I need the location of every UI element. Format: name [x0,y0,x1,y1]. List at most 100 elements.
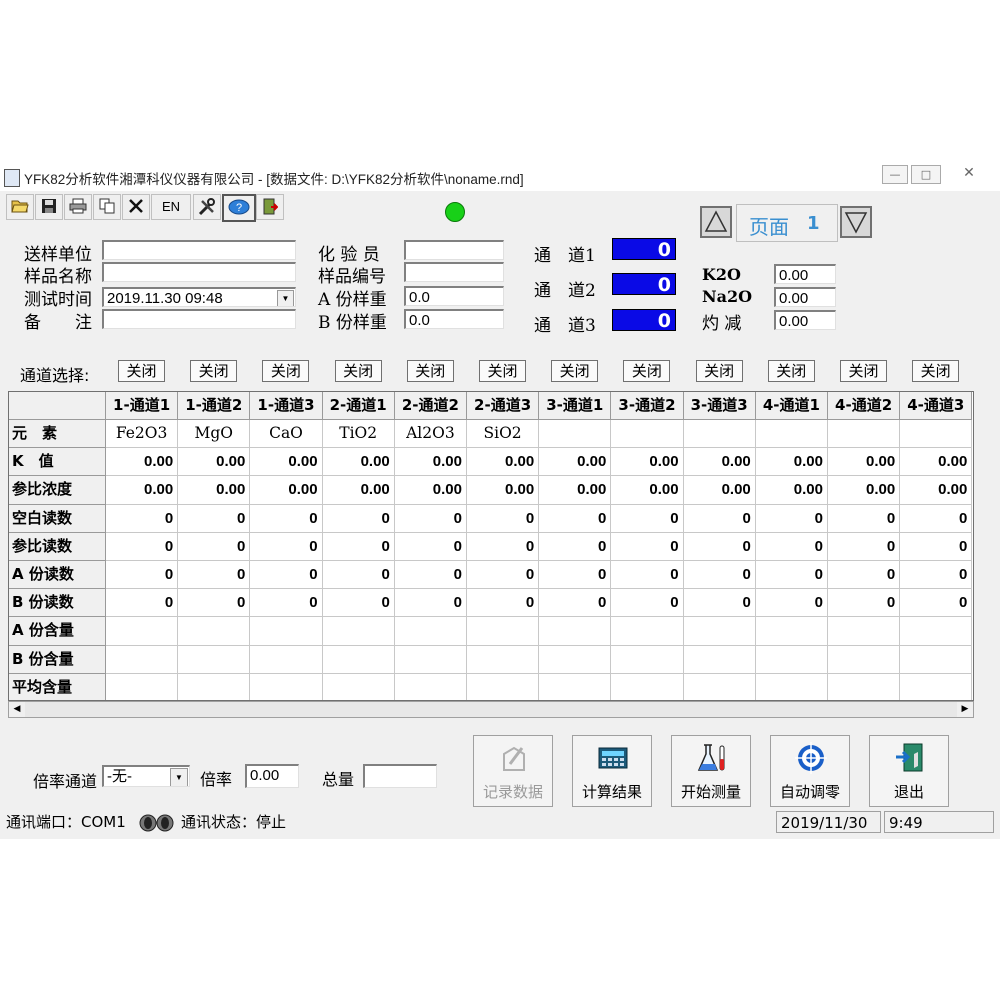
table-cell[interactable] [539,617,612,646]
table-cell[interactable]: 0.00 [106,448,179,477]
table-cell[interactable] [684,673,756,700]
table-cell[interactable] [178,645,251,674]
table-cell[interactable] [106,673,179,700]
element-cell[interactable] [539,420,612,449]
table-cell[interactable]: 0 [828,504,901,533]
column-header[interactable]: 4-通道2 [828,392,901,420]
table-cell[interactable] [394,645,467,674]
table-cell[interactable]: 0.00 [683,476,756,505]
loss-input[interactable]: 0.00 [774,310,836,330]
channel-toggle-button[interactable]: 关闭 [840,360,887,382]
channel-toggle-button[interactable]: 关闭 [334,360,382,382]
table-cell[interactable] [756,673,828,700]
sample-name-input[interactable] [102,262,296,282]
table-cell[interactable]: 0 [467,589,540,618]
table-cell[interactable]: 0 [539,589,612,618]
table-cell[interactable] [394,617,467,646]
table-cell[interactable]: 0 [900,504,973,533]
page-down-button[interactable] [840,206,872,238]
table-cell[interactable] [828,645,901,674]
table-cell[interactable] [322,645,395,674]
remark-input[interactable] [102,309,296,329]
table-cell[interactable]: 0 [322,532,395,561]
record-data-button[interactable]: 记录数据 [473,735,553,807]
table-cell[interactable]: 0 [611,561,684,590]
table-cell[interactable]: 0 [828,589,901,618]
table-cell[interactable]: 0 [106,589,179,618]
table-cell[interactable] [900,617,973,646]
table-cell[interactable]: 0.00 [106,476,179,505]
scroll-right-icon[interactable]: ▶ [957,702,973,717]
table-cell[interactable]: 0 [106,532,179,561]
table-cell[interactable]: 0 [683,504,756,533]
table-cell[interactable] [611,673,684,700]
delete-button[interactable] [122,194,150,220]
sample-no-input[interactable] [404,262,504,282]
column-header[interactable]: 4-通道3 [900,392,973,420]
start-measure-button[interactable]: 开始测量 [671,735,751,807]
a-weight-input[interactable]: 0.0 [404,286,504,306]
table-cell[interactable] [539,673,612,700]
rate-channel-select[interactable]: -无- ▼ [102,765,190,787]
channel-toggle-button[interactable]: 关闭 [190,360,238,382]
column-header[interactable]: 1-通道2 [178,392,251,420]
element-cell[interactable] [828,420,901,449]
table-cell[interactable] [900,645,973,674]
table-cell[interactable] [828,673,901,700]
compute-result-button[interactable]: 计算结果 [572,735,652,807]
table-cell[interactable]: 0 [467,561,540,590]
table-cell[interactable]: 0 [900,589,973,618]
element-cell[interactable]: Al2O3 [394,420,467,449]
table-cell[interactable]: 0 [106,504,179,533]
table-cell[interactable] [395,673,467,700]
table-cell[interactable]: 0.00 [322,448,395,477]
channel-toggle-button[interactable]: 关闭 [767,360,815,382]
help-button[interactable]: ? [222,194,256,222]
print-button[interactable] [64,194,92,220]
exit-button[interactable]: 退出 [869,735,949,807]
table-cell[interactable]: 0 [900,532,973,561]
table-cell[interactable]: 0 [322,504,395,533]
table-cell[interactable]: 0 [394,504,467,533]
exit-tool-button[interactable] [256,194,284,220]
channel-toggle-button[interactable]: 关闭 [623,360,671,382]
table-cell[interactable]: 0 [250,504,323,533]
tools-button[interactable] [193,194,221,220]
table-cell[interactable]: 0.00 [755,448,828,477]
table-cell[interactable] [178,673,251,700]
table-cell[interactable]: 0 [683,532,756,561]
channel-toggle-button[interactable]: 关闭 [551,360,599,382]
table-cell[interactable]: 0.00 [828,448,901,477]
table-cell[interactable]: 0.00 [828,476,901,505]
column-header[interactable]: 4-通道1 [755,392,828,420]
table-cell[interactable]: 0.00 [611,476,684,505]
table-cell[interactable]: 0.00 [467,448,540,477]
channel-toggle-button[interactable]: 关闭 [695,360,743,382]
horizontal-scrollbar[interactable]: ◀ ▶ [8,701,974,718]
test-time-picker[interactable]: 2019.11.30 09:48 ▼ [102,287,296,307]
table-cell[interactable] [323,673,395,700]
table-cell[interactable] [539,645,612,674]
table-cell[interactable]: 0 [539,561,612,590]
chemist-input[interactable] [404,240,504,260]
column-header[interactable]: 3-通道1 [539,392,612,420]
element-cell[interactable]: CaO [250,420,323,449]
rate-input[interactable]: 0.00 [245,764,299,788]
table-cell[interactable]: 0 [250,561,323,590]
channel-toggle-button[interactable]: 关闭 [479,360,526,382]
table-cell[interactable]: 0 [467,504,540,533]
table-cell[interactable]: 0 [755,561,828,590]
table-cell[interactable] [900,673,973,700]
channel-toggle-button[interactable]: 关闭 [406,360,454,382]
table-cell[interactable]: 0 [178,589,251,618]
table-cell[interactable]: 0.00 [900,448,973,477]
element-cell[interactable] [755,420,828,449]
element-cell[interactable]: TiO2 [322,420,395,449]
sender-input[interactable] [102,240,296,260]
table-cell[interactable]: 0.00 [394,448,467,477]
column-header[interactable]: 1-通道3 [250,392,323,420]
column-header[interactable]: 3-通道2 [611,392,684,420]
table-cell[interactable]: 0 [828,532,901,561]
element-cell[interactable]: SiO2 [467,420,540,449]
close-button[interactable]: ✕ [944,165,994,182]
